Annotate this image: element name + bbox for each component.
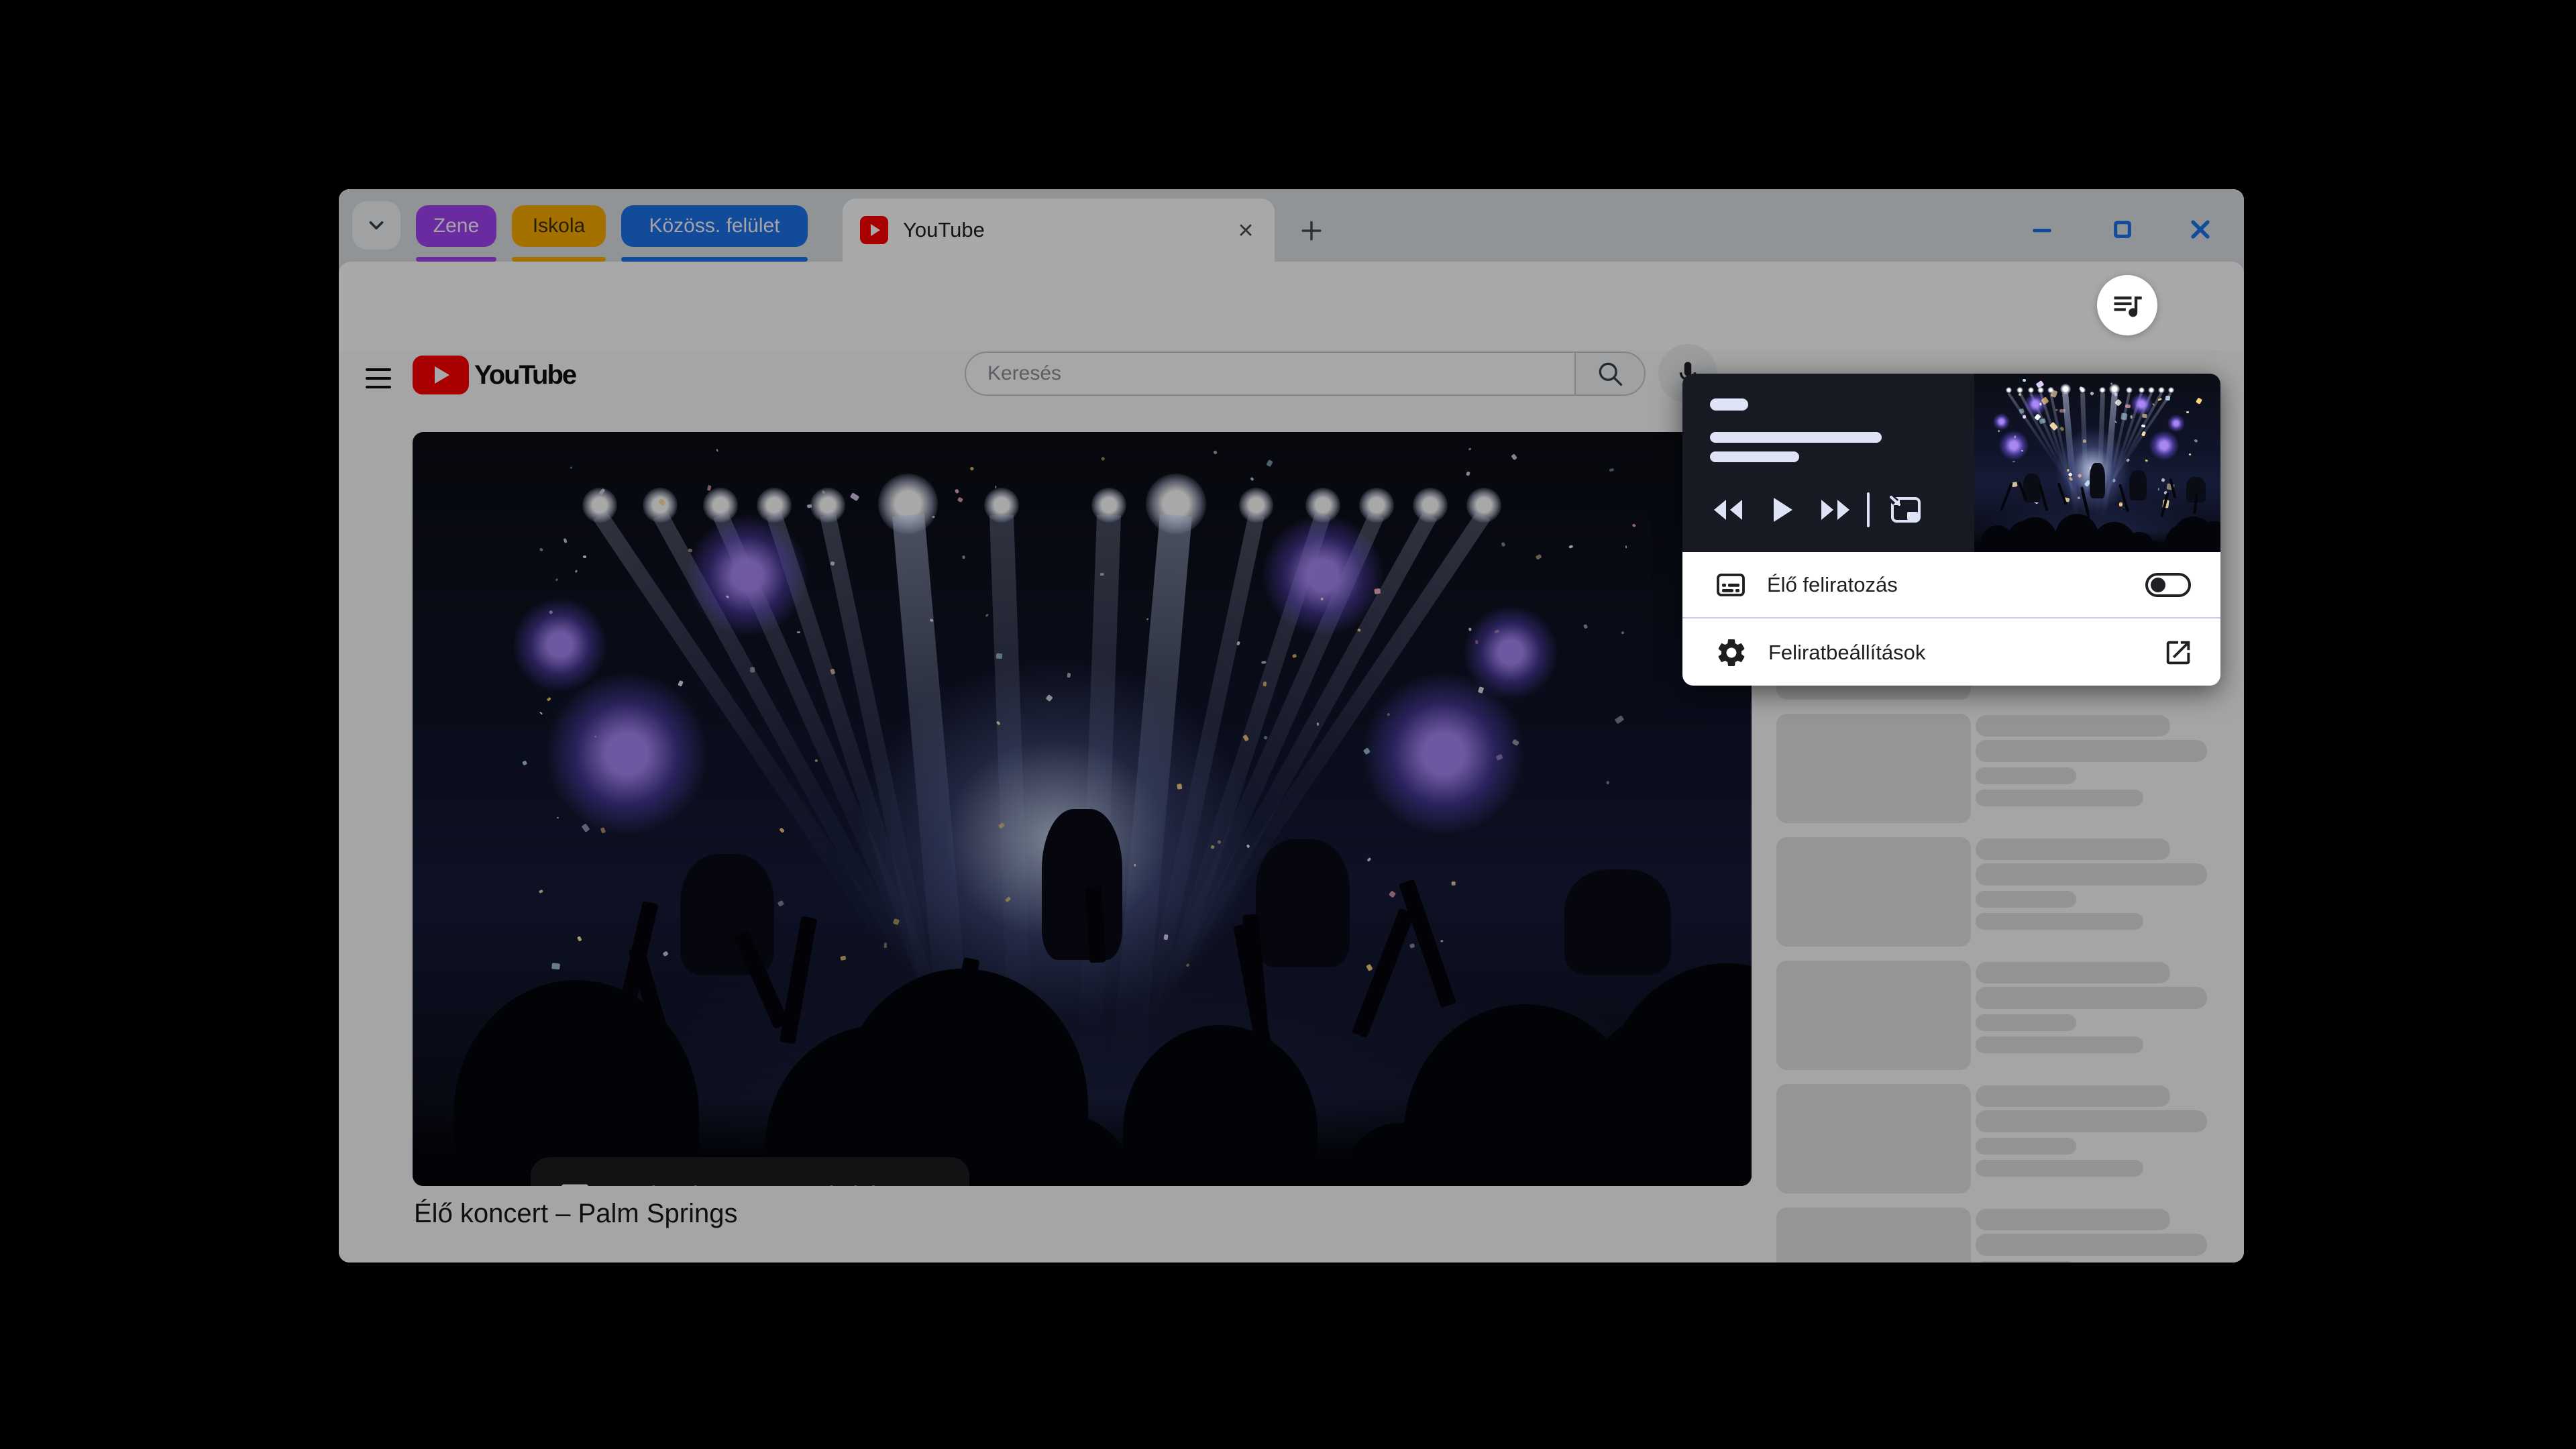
desktop-background: Zene Iskola Közöss. felület YouTube xyxy=(0,0,2576,1449)
rewind-icon xyxy=(1711,498,1745,521)
media-artist-skeleton xyxy=(1710,432,1882,443)
confetti xyxy=(2019,408,2025,414)
queue-music-icon xyxy=(2110,288,2145,323)
confetti xyxy=(2077,496,2080,499)
confetti xyxy=(2194,439,2198,443)
confetti xyxy=(2131,415,2133,419)
confetti xyxy=(2114,392,2117,396)
raised-arm xyxy=(2000,482,2013,511)
next-track-button[interactable] xyxy=(1817,492,1854,527)
media-session-card xyxy=(1682,374,2220,552)
media-controls-button[interactable] xyxy=(2097,275,2157,335)
stage-light xyxy=(2158,387,2165,394)
confetti xyxy=(1997,430,2000,433)
confetti xyxy=(2119,502,2123,506)
confetti xyxy=(2161,478,2165,483)
popup-options: Élő feliratozás Feliratbeállítások xyxy=(1682,552,2220,686)
dim-overlay xyxy=(339,189,2244,1263)
media-controls-popup: Élő feliratozás Feliratbeállítások xyxy=(1682,374,2220,686)
confetti xyxy=(2012,461,2015,462)
gear-icon xyxy=(1715,636,1748,669)
browser-window: Zene Iskola Közöss. felület YouTube xyxy=(339,189,2244,1263)
open-in-new-icon[interactable] xyxy=(2163,637,2194,668)
confetti xyxy=(2121,413,2128,420)
confetti xyxy=(2068,469,2070,472)
media-artwork xyxy=(1974,374,2220,552)
play-button[interactable] xyxy=(1766,492,1801,527)
confetti xyxy=(2142,413,2147,417)
stage-light xyxy=(2148,387,2155,394)
confetti xyxy=(2023,379,2027,382)
confetti xyxy=(2125,404,2131,407)
confetti xyxy=(2059,409,2065,413)
purple-spotlight xyxy=(1999,431,2029,460)
performer-silhouette xyxy=(2090,463,2104,498)
confetti xyxy=(2145,460,2148,463)
confetti xyxy=(2090,391,2094,396)
confetti xyxy=(2021,449,2023,451)
crowd-band xyxy=(1974,531,2220,552)
caption-settings-label: Feliratbeállítások xyxy=(1768,641,2163,665)
live-caption-label: Élő feliratozás xyxy=(1767,573,2145,597)
play-icon xyxy=(1772,496,1794,523)
picture-in-picture-button[interactable] xyxy=(1886,492,1925,527)
confetti xyxy=(2083,439,2086,443)
confetti xyxy=(2186,411,2189,413)
performer-silhouette xyxy=(2129,470,2147,500)
purple-spotlight xyxy=(2167,415,2185,432)
confetti xyxy=(2141,431,2146,436)
fast-forward-icon xyxy=(1819,498,1852,521)
media-source-skeleton xyxy=(1710,451,1799,462)
confetti xyxy=(2141,424,2145,427)
toggle-knob xyxy=(2151,578,2165,592)
media-title-skeleton xyxy=(1710,398,1748,411)
concert-artwork xyxy=(1974,374,2220,552)
picture-in-picture-icon xyxy=(1887,494,1923,525)
confetti xyxy=(2189,453,2192,455)
confetti xyxy=(2196,398,2202,405)
confetti xyxy=(2050,390,2057,398)
confetti xyxy=(2158,488,2159,490)
confetti xyxy=(2036,380,2045,388)
live-caption-toggle[interactable] xyxy=(2145,573,2191,597)
previous-track-button[interactable] xyxy=(1709,492,1747,527)
purple-spotlight xyxy=(2149,431,2179,460)
purple-spotlight xyxy=(1993,413,2010,431)
live-caption-row[interactable]: Élő feliratozás xyxy=(1682,552,2220,619)
stage-light xyxy=(2099,387,2106,394)
controls-separator xyxy=(1867,492,1870,527)
caption-settings-row[interactable]: Feliratbeállítások xyxy=(1682,620,2220,685)
confetti xyxy=(2165,396,2170,400)
live-caption-icon xyxy=(1715,569,1747,601)
